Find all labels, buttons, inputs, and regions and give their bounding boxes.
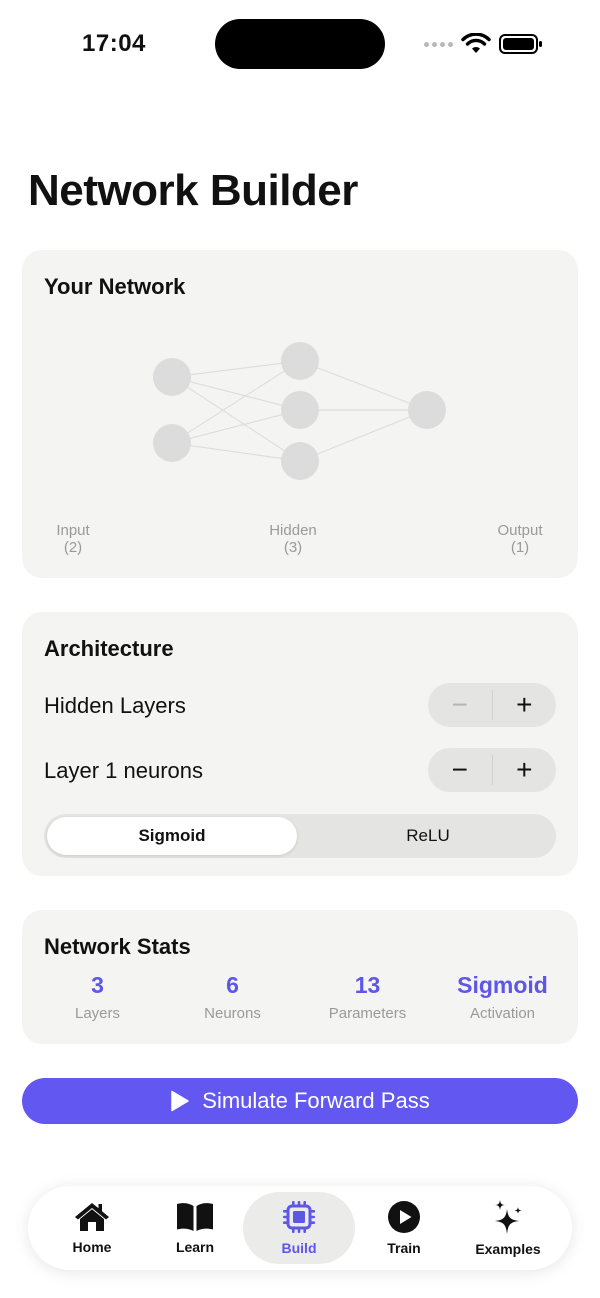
layer-label-output: Output (1) <box>497 522 543 556</box>
layer-neurons-increment-button[interactable]: + <box>493 748 557 792</box>
hidden-neuron <box>281 342 319 380</box>
hidden-layers-increment-button[interactable]: + <box>493 683 557 727</box>
simulate-button-label: Simulate Forward Pass <box>202 1088 430 1113</box>
page-title: Network Builder <box>28 166 358 215</box>
tab-home[interactable]: Home <box>36 1192 148 1264</box>
activation-segmented-control: Sigmoid ReLU <box>44 814 556 858</box>
play-icon <box>171 1090 190 1112</box>
hidden-layers-label: Hidden Layers <box>44 693 186 718</box>
segment-relu[interactable]: ReLU <box>303 817 553 855</box>
layer-neurons-label: Layer 1 neurons <box>44 758 203 783</box>
hidden-layers-stepper: − + <box>428 683 556 727</box>
house-icon <box>75 1203 109 1231</box>
tab-examples[interactable]: Examples <box>452 1192 564 1264</box>
cellular-signal-icon <box>424 41 453 47</box>
book-icon <box>177 1203 213 1231</box>
architecture-card: Architecture Hidden Layers − + Layer 1 n… <box>22 612 578 876</box>
network-card: Your Network Input (2) Hidden (3) Output… <box>22 250 578 578</box>
status-icons <box>424 30 543 58</box>
layer-neurons-decrement-button[interactable]: − <box>428 748 492 792</box>
cpu-icon <box>283 1201 315 1233</box>
tab-learn[interactable]: Learn <box>139 1192 251 1264</box>
layer-label-input: Input (2) <box>56 522 90 556</box>
tab-train[interactable]: Train <box>348 1192 460 1264</box>
dynamic-island <box>215 19 385 69</box>
layer-label-hidden: Hidden (3) <box>269 522 317 556</box>
status-time: 17:04 <box>82 30 146 57</box>
tab-build[interactable]: Build <box>243 1192 355 1264</box>
stat-activation: Sigmoid Activation <box>457 972 548 1022</box>
segment-sigmoid[interactable]: Sigmoid <box>47 817 297 855</box>
hidden-neuron <box>281 391 319 429</box>
battery-icon <box>499 34 542 54</box>
stat-neurons: 6 Neurons <box>204 972 261 1022</box>
hidden-neuron <box>281 442 319 480</box>
simulate-forward-pass-button[interactable]: Simulate Forward Pass <box>22 1078 578 1124</box>
architecture-title: Architecture <box>44 636 174 661</box>
play-circle-icon <box>388 1201 420 1233</box>
tab-bar: Home Learn Build Train Examples <box>28 1186 572 1270</box>
sparkles-icon <box>495 1200 522 1234</box>
hidden-layers-decrement-button[interactable]: − <box>428 683 492 727</box>
input-neuron <box>153 358 191 396</box>
status-bar: 17:04 <box>0 0 600 90</box>
output-neuron <box>408 391 446 429</box>
network-stats-title: Network Stats <box>44 934 191 959</box>
input-neuron <box>153 424 191 462</box>
stat-parameters: 13 Parameters <box>328 972 407 1022</box>
wifi-icon <box>461 33 491 53</box>
network-stats-card: Network Stats 3 Layers 6 Neurons 13 Para… <box>22 910 578 1044</box>
stat-layers: 3 Layers <box>74 972 121 1022</box>
layer-neurons-stepper: − + <box>428 748 556 792</box>
